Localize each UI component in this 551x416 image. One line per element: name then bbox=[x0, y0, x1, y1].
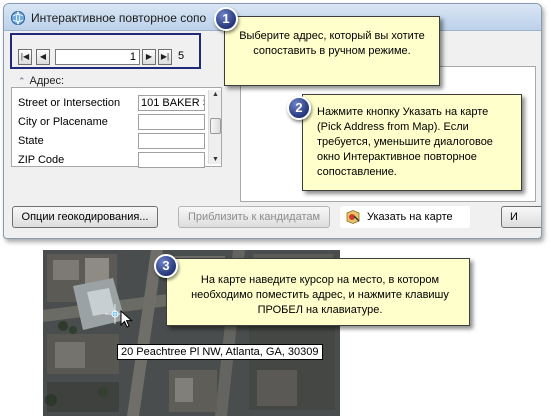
first-record-button[interactable]: |◀ bbox=[18, 49, 32, 65]
address-header-label: Адрес: bbox=[29, 75, 65, 87]
window-title: Интерактивное повторное сопо bbox=[31, 11, 207, 25]
city-input[interactable] bbox=[138, 114, 205, 130]
record-total: 5 bbox=[178, 50, 185, 62]
last-record-button[interactable]: ▶| bbox=[158, 49, 172, 65]
step-1-badge: 1 bbox=[214, 7, 238, 31]
callout-step-1: Выберите адрес, который вы хотите сопост… bbox=[224, 16, 440, 86]
field-label-zip: ZIP Code bbox=[18, 154, 65, 166]
callout-1-text: Выберите адрес, который вы хотите сопост… bbox=[239, 30, 425, 57]
pick-address-button[interactable]: Указать на карте bbox=[340, 206, 470, 228]
pick-address-label: Указать на карте bbox=[367, 211, 453, 223]
pick-address-icon bbox=[346, 210, 360, 225]
previous-record-button[interactable]: ◀ bbox=[36, 49, 50, 65]
address-section-header[interactable]: ⌃ Адрес: bbox=[18, 75, 64, 87]
globe-icon bbox=[11, 11, 25, 25]
callout-step-2: Нажмите кнопку Указать на карте (Pick Ad… bbox=[302, 94, 522, 191]
scroll-down-icon[interactable]: ▼ bbox=[210, 156, 221, 163]
first-record-icon: |◀ bbox=[20, 52, 30, 61]
step-3-badge: 3 bbox=[154, 254, 178, 278]
field-label-city: City or Placename bbox=[18, 116, 108, 128]
previous-record-icon: ◀ bbox=[39, 52, 47, 61]
field-label-street: Street or Intersection bbox=[18, 97, 121, 109]
fields-scrollbar[interactable]: ▲ ▼ bbox=[208, 90, 221, 164]
callout-step-3: На карте наведите курсор на место, в кот… bbox=[166, 258, 470, 326]
mouse-pointer-icon bbox=[120, 310, 133, 328]
zip-input[interactable] bbox=[138, 152, 205, 168]
collapse-chevron-icon: ⌃ bbox=[18, 76, 26, 86]
street-input[interactable]: 101 BAKER ST bbox=[138, 95, 205, 111]
current-record-field[interactable]: 1 bbox=[55, 49, 140, 65]
state-input[interactable] bbox=[138, 133, 205, 149]
callout-2-text: Нажмите кнопку Указать на карте (Pick Ad… bbox=[317, 106, 493, 178]
record-navigator: |◀ ◀ 1 ▶ ▶| 5 bbox=[10, 33, 201, 69]
field-label-state: State bbox=[18, 135, 44, 147]
address-tooltip: 20 Peachtree Pl NW, Atlanta, GA, 30309 bbox=[117, 344, 323, 360]
scroll-up-icon[interactable]: ▲ bbox=[210, 91, 221, 98]
last-record-icon: ▶| bbox=[160, 52, 170, 61]
step-2-badge: 2 bbox=[287, 96, 311, 120]
clipped-button[interactable]: И bbox=[501, 206, 541, 228]
next-record-button[interactable]: ▶ bbox=[142, 49, 156, 65]
zoom-to-candidates-button[interactable]: Приблизить к кандидатам bbox=[178, 206, 330, 228]
scroll-thumb[interactable] bbox=[210, 118, 221, 134]
geocoding-options-button[interactable]: Опции геокодирования... bbox=[12, 206, 158, 228]
callout-3-text: На карте наведите курсор на место, в кот… bbox=[191, 274, 449, 316]
address-fields-panel: Street or Intersection 101 BAKER ST City… bbox=[11, 87, 222, 168]
next-record-icon: ▶ bbox=[145, 52, 153, 61]
